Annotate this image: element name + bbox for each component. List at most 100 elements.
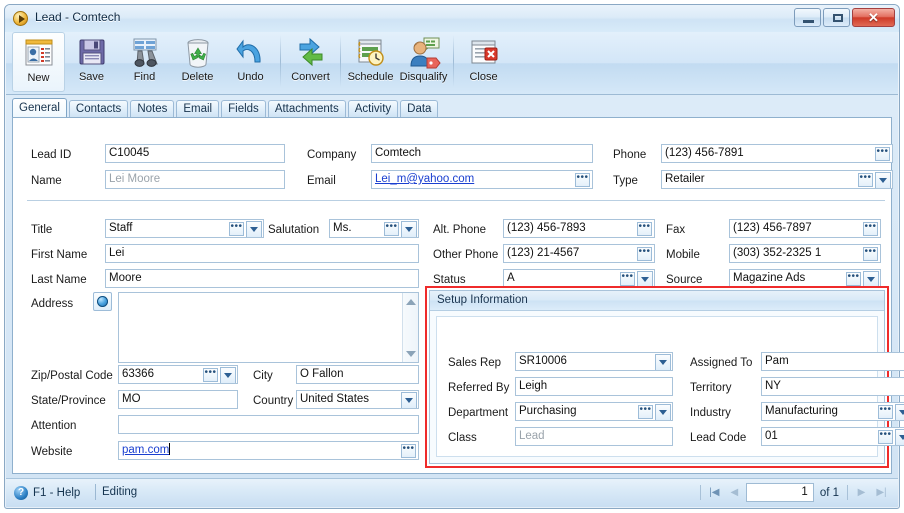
chevron-down-icon[interactable] [895, 404, 904, 420]
source-lookup-button[interactable]: ••• [846, 272, 861, 286]
name-input[interactable]: Lei Moore [105, 170, 285, 189]
phone-input[interactable]: (123) 456-7891 ••• [661, 144, 893, 163]
type-combobox[interactable]: Retailer ••• [661, 170, 893, 189]
toolbar-button-schedule[interactable]: Schedule [344, 32, 397, 92]
mobile-lookup-button[interactable]: ••• [863, 247, 878, 261]
help-hint[interactable]: ? F1 - Help [14, 486, 80, 500]
toolbar-button-disqualify[interactable]: Disqualify [397, 32, 450, 92]
nav-first-icon[interactable]: |◀ [706, 483, 723, 502]
chevron-down-icon[interactable] [875, 172, 891, 188]
phone-lookup-button[interactable]: ••• [875, 147, 890, 161]
minimize-button[interactable] [794, 8, 821, 27]
toolbar-separator-3 [453, 35, 454, 87]
other-phone-lookup-button[interactable]: ••• [637, 247, 652, 261]
chevron-down-icon[interactable] [401, 221, 417, 237]
industry-lookup-button[interactable]: ••• [878, 405, 893, 419]
attention-input[interactable] [118, 415, 419, 434]
other-phone-label: Other Phone [433, 249, 499, 261]
tab-activity[interactable]: Activity [347, 100, 399, 117]
maximize-button[interactable] [823, 8, 850, 27]
person-tag-icon [407, 36, 441, 69]
client-area: General Contacts Notes Email Fields Atta… [6, 95, 904, 478]
title-combobox[interactable]: Staff ••• [105, 219, 264, 238]
lead-code-label: Lead Code [690, 432, 747, 444]
lead-code-lookup-button[interactable]: ••• [878, 430, 893, 444]
fax-lookup-button[interactable]: ••• [863, 222, 878, 236]
chevron-down-icon[interactable] [220, 367, 236, 383]
tab-general[interactable]: General [12, 98, 67, 117]
tab-contacts[interactable]: Contacts [68, 100, 129, 117]
mobile-input[interactable]: (303) 352-2325 1 ••• [729, 244, 881, 263]
toolbar-button-close[interactable]: Close [457, 32, 510, 92]
nav-next-icon[interactable]: ▶ [853, 483, 870, 502]
country-combobox[interactable]: United States [296, 390, 419, 409]
state-label: State/Province [31, 395, 106, 407]
assigned-to-input[interactable]: Pam [761, 352, 904, 371]
address-scrollbar[interactable] [402, 293, 418, 362]
page-number-input[interactable]: 1 [745, 483, 814, 502]
website-lookup-button[interactable]: ••• [401, 444, 416, 458]
state-input[interactable]: MO [118, 390, 238, 409]
type-lookup-button[interactable]: ••• [858, 173, 873, 187]
department-combobox[interactable]: Purchasing ••• [515, 402, 673, 421]
zip-combobox[interactable]: 63366 ••• [118, 365, 238, 384]
other-phone-input[interactable]: (123) 21-4567 ••• [503, 244, 655, 263]
nav-separator-right [847, 485, 848, 500]
first-name-input[interactable]: Lei [105, 244, 419, 263]
fax-input[interactable]: (123) 456-7897 ••• [729, 219, 881, 238]
alt-phone-lookup-button[interactable]: ••• [637, 222, 652, 236]
tab-notes[interactable]: Notes [130, 100, 175, 117]
tab-attachments[interactable]: Attachments [267, 100, 346, 117]
referred-by-input[interactable]: Leigh [515, 377, 673, 396]
industry-label: Industry [690, 407, 731, 419]
website-input[interactable]: pam.com ••• [118, 441, 419, 460]
nav-prev-icon[interactable]: ◀ [726, 483, 743, 502]
globe-icon[interactable] [93, 292, 112, 311]
lead-id-input[interactable]: C10045 [105, 144, 285, 163]
salutation-combobox[interactable]: Ms. ••• [329, 219, 419, 238]
toolbar-button-save[interactable]: Save [65, 32, 118, 92]
tab-data[interactable]: Data [400, 100, 439, 117]
email-link[interactable]: Lei_m@yahoo.com [375, 173, 475, 185]
toolbar-button-find[interactable]: Find [118, 32, 171, 92]
nav-last-icon[interactable]: ▶| [873, 483, 890, 502]
website-link[interactable]: pam.com [122, 444, 171, 456]
chevron-down-icon[interactable] [895, 429, 904, 445]
toolbar-button-delete[interactable]: Delete [171, 32, 224, 92]
tab-email[interactable]: Email [176, 100, 220, 117]
company-input[interactable]: Comtech [371, 144, 593, 163]
title-lookup-button[interactable]: ••• [229, 222, 244, 236]
status-lookup-button[interactable]: ••• [620, 272, 635, 286]
email-input[interactable]: Lei_m@yahoo.com ••• [371, 170, 593, 189]
address-textarea[interactable] [118, 292, 419, 363]
industry-combobox[interactable]: Manufacturing ••• [761, 402, 904, 421]
chevron-down-icon[interactable] [246, 221, 262, 237]
sales-rep-combobox[interactable]: SR10006 [515, 352, 673, 371]
scroll-up-icon[interactable] [403, 294, 419, 309]
toolbar-button-new[interactable]: New [12, 32, 65, 92]
binoculars-icon [128, 36, 162, 69]
chevron-down-icon[interactable] [655, 354, 671, 370]
class-input: Lead [515, 427, 673, 446]
territory-input[interactable]: NY [761, 377, 904, 396]
chevron-down-icon[interactable] [655, 404, 671, 420]
tab-fields[interactable]: Fields [221, 100, 266, 117]
new-record-icon [22, 37, 56, 70]
email-lookup-button[interactable]: ••• [575, 173, 590, 187]
lead-code-combobox[interactable]: 01 ••• [761, 427, 904, 446]
zip-lookup-button[interactable]: ••• [203, 368, 218, 382]
department-lookup-button[interactable]: ••• [638, 405, 653, 419]
toolbar-button-undo[interactable]: Undo [224, 32, 277, 92]
close-window-button[interactable]: ✕ [852, 8, 895, 27]
phone-value: (123) 456-7891 [665, 147, 744, 159]
scroll-down-icon[interactable] [403, 346, 419, 361]
chevron-down-icon[interactable] [401, 392, 417, 408]
alt-phone-input[interactable]: (123) 456-7893 ••• [503, 219, 655, 238]
mobile-value: (303) 352-2325 1 [733, 247, 822, 259]
city-input[interactable]: O Fallon [296, 365, 419, 384]
toolbar-label-undo: Undo [237, 71, 264, 83]
salutation-lookup-button[interactable]: ••• [384, 222, 399, 236]
source-label: Source [666, 274, 703, 286]
last-name-input[interactable]: Moore [105, 269, 419, 288]
toolbar-button-convert[interactable]: Convert [284, 32, 337, 92]
